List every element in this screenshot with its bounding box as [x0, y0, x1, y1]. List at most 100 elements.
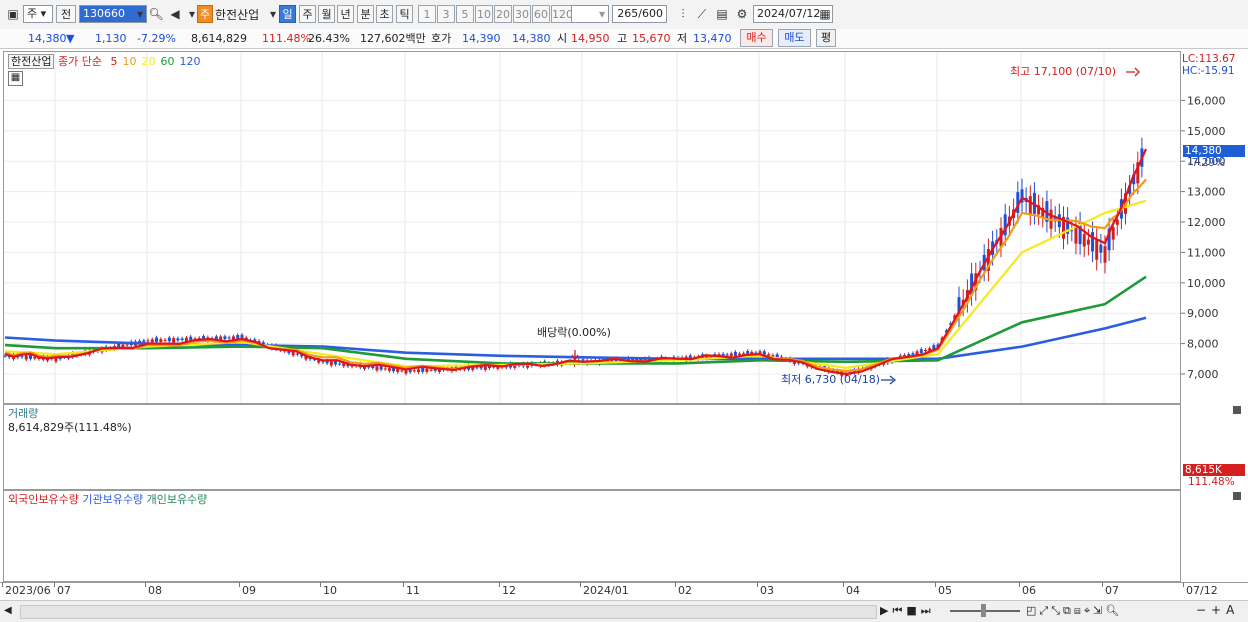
- x-tick: [499, 582, 500, 587]
- zoom-controls[interactable]: −+A: [1196, 603, 1239, 617]
- ma-legend-120: 120: [179, 55, 201, 68]
- candle-body: [1028, 196, 1032, 215]
- x-tick-label: 09: [242, 584, 256, 597]
- scroll-left-icon[interactable]: ◀: [4, 604, 16, 618]
- candle-body: [429, 369, 433, 371]
- tool-icons[interactable]: ◰⤢⤡⧉⧈⌖⇲🔍︎: [1026, 604, 1122, 618]
- x-tick-label: 07: [57, 584, 71, 597]
- ma-legend-60: 60: [160, 55, 175, 68]
- scroll-bar: ◀ ▶⏮■⏭ ◰⤢⤡⧉⧈⌖⇲🔍︎ −+A: [0, 600, 1248, 622]
- ma-line-5: [4, 148, 1148, 376]
- x-tick: [580, 582, 581, 587]
- x-tick-label: 11: [406, 584, 420, 597]
- holding-axis: [1181, 490, 1248, 582]
- y-tick-label: 7,000: [1187, 368, 1219, 381]
- x-tick-label: 06: [1022, 584, 1036, 597]
- legend-foreign: 외국인보유수량: [8, 493, 79, 506]
- high-arrow-icon: [1126, 67, 1140, 77]
- low-annotation: 최저 6,730 (04/18): [781, 373, 881, 386]
- x-tick-label: 07/12: [1186, 584, 1218, 597]
- ma-legend-20: 20: [141, 55, 156, 68]
- candle-body: [163, 339, 167, 341]
- x-tick: [320, 582, 321, 587]
- holding-legend: 외국인보유수량 기관보유수량 개인보유수량: [8, 491, 207, 507]
- volume-tag-pct: 111.48%: [1188, 476, 1235, 488]
- x-tick-label: 05: [938, 584, 952, 597]
- volume-pane-close-icon[interactable]: [1233, 406, 1241, 414]
- pane-stock-name[interactable]: 한전산업: [8, 54, 55, 69]
- y-tick-label: 13,000: [1187, 186, 1226, 199]
- candle-body: [20, 356, 24, 358]
- dividend-annotation: 배당락(0.00%): [537, 326, 611, 339]
- candle-body: [1074, 227, 1078, 244]
- grid-toggle-icon[interactable]: ▦: [8, 71, 23, 86]
- candle-body: [227, 337, 231, 339]
- x-tick-label: 07: [1105, 584, 1119, 597]
- candle-body: [24, 355, 28, 360]
- candle-body: [150, 339, 154, 343]
- x-tick: [403, 582, 404, 587]
- y-tick-label: 10,000: [1187, 277, 1226, 290]
- candle-body: [400, 370, 404, 372]
- ma-legend-5: 5: [110, 55, 118, 68]
- candle-body: [396, 368, 400, 372]
- candle-body: [475, 367, 479, 369]
- ma-legend-10: 10: [122, 55, 137, 68]
- candle-body: [923, 349, 927, 352]
- candle-body: [733, 351, 737, 357]
- y-tick-label: 15,000: [1187, 125, 1226, 138]
- candle-body: [919, 349, 923, 354]
- y-tick-label: 9,000: [1187, 307, 1219, 320]
- candle-body: [387, 368, 391, 371]
- x-tick: [54, 582, 55, 587]
- low-arrow-icon: [881, 375, 897, 385]
- x-tick: [675, 582, 676, 587]
- candle-body: [338, 363, 342, 365]
- hc-label: HC:-15.91: [1182, 65, 1235, 77]
- candle-body: [375, 366, 379, 371]
- candle-body: [142, 340, 146, 342]
- x-tick-label: 12: [502, 584, 516, 597]
- playback-controls[interactable]: ▶⏮■⏭: [880, 604, 935, 618]
- candle-body: [725, 354, 729, 356]
- x-tick: [2, 582, 3, 587]
- x-tick: [843, 582, 844, 587]
- candle-body: [1103, 246, 1107, 263]
- x-tick-label: 2023/06: [5, 584, 51, 597]
- candle-body: [425, 368, 429, 372]
- candle-body: [1070, 230, 1074, 232]
- x-tick-label: 02: [678, 584, 692, 597]
- candle-body: [146, 340, 150, 342]
- x-tick-label: 10: [323, 584, 337, 597]
- candle-body: [176, 338, 180, 341]
- candle-body: [1082, 234, 1086, 247]
- candle-body: [180, 338, 184, 341]
- dividend-arrow-icon: [571, 350, 579, 362]
- candle-body: [412, 370, 416, 372]
- volume-value: 8,614,829주(111.48%): [8, 421, 132, 434]
- candle-body: [1111, 227, 1115, 240]
- candle-body: [159, 339, 163, 342]
- candle-body: [1099, 244, 1103, 253]
- x-tick: [935, 582, 936, 587]
- x-tick: [757, 582, 758, 587]
- volume-tag: 8,615K: [1183, 464, 1245, 476]
- candle-body: [223, 336, 227, 340]
- zoom-handle[interactable]: [981, 604, 986, 617]
- candle-body: [383, 368, 387, 370]
- legend-individual: 개인보유수량: [146, 493, 208, 506]
- y-tick-label: 11,000: [1187, 246, 1226, 259]
- current-pct-tag: -7.29%: [1188, 157, 1226, 169]
- y-tick-label: 12,000: [1187, 216, 1226, 229]
- scroll-track[interactable]: [20, 605, 877, 619]
- x-tick: [1183, 582, 1184, 587]
- y-tick-label: 16,000: [1187, 94, 1226, 107]
- candle-body: [172, 338, 176, 343]
- y-tick-label: 8,000: [1187, 338, 1219, 351]
- ma-legend-prefix: 종가 단순: [57, 55, 102, 68]
- candle-body: [155, 337, 159, 342]
- holding-pane-close-icon[interactable]: [1233, 492, 1241, 500]
- x-tick: [145, 582, 146, 587]
- volume-pane: [3, 404, 1181, 490]
- candle-body: [3, 355, 7, 357]
